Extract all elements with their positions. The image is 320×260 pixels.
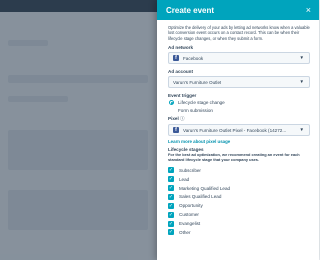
chevron-down-icon: ▼ bbox=[299, 79, 304, 85]
ad-network-select[interactable]: f Facebook ▼ bbox=[168, 52, 310, 65]
facebook-icon: f bbox=[173, 55, 179, 62]
panel-header: Create event × bbox=[157, 0, 319, 20]
checkbox-label: Sales Qualified Lead bbox=[179, 194, 222, 200]
checkbox-sales-qualified-lead[interactable]: ✓ Sales Qualified Lead bbox=[168, 192, 310, 201]
checkbox-checked-icon: ✓ bbox=[168, 193, 174, 200]
checkbox-opportunity[interactable]: ✓ Opportunity bbox=[168, 201, 310, 210]
checkbox-customer[interactable]: ✓ Customer bbox=[168, 210, 310, 219]
checkbox-lead[interactable]: ✓ Lead bbox=[168, 175, 310, 184]
checkbox-checked-icon: ✓ bbox=[168, 185, 174, 192]
ad-network-label: Ad network bbox=[168, 45, 194, 51]
checkbox-label: Customer bbox=[179, 212, 199, 218]
learn-more-link[interactable]: Learn more about pixel usage bbox=[168, 139, 310, 144]
checkbox-label: Subscriber bbox=[179, 167, 201, 173]
radio-selected-icon bbox=[169, 100, 174, 106]
panel-title: Create event bbox=[166, 5, 215, 15]
radio-unselected-icon bbox=[169, 108, 174, 113]
chevron-down-icon: ▼ bbox=[299, 55, 304, 61]
info-icon: ⓘ bbox=[180, 116, 185, 122]
chevron-down-icon: ▼ bbox=[299, 127, 304, 133]
checkbox-checked-icon: ✓ bbox=[168, 220, 174, 227]
ad-network-value: Facebook bbox=[183, 55, 204, 61]
checkbox-label: Opportunity bbox=[179, 203, 203, 209]
checkbox-evangelist[interactable]: ✓ Evangelist bbox=[168, 219, 310, 228]
ad-account-value: Varun's Furniture Outlet bbox=[173, 79, 222, 85]
ad-account-label: Ad account bbox=[168, 69, 194, 75]
radio-label: Form submission bbox=[178, 108, 213, 114]
checkbox-label: Evangelist bbox=[179, 221, 201, 227]
checkbox-marketing-qualified-lead[interactable]: ✓ Marketing Qualified Lead bbox=[168, 184, 310, 193]
create-event-panel: Create event × Optimize the delivery of … bbox=[157, 0, 319, 260]
checkbox-checked-icon: ✓ bbox=[168, 176, 174, 183]
lifecycle-stages-subtext: For the best ad optimization, we recomme… bbox=[168, 152, 300, 163]
radio-lifecycle-stage-change[interactable]: Lifecycle stage change bbox=[169, 100, 310, 106]
checkbox-checked-icon: ✓ bbox=[168, 202, 174, 209]
close-icon[interactable]: × bbox=[306, 5, 311, 15]
checkbox-label: Marketing Qualified Lead bbox=[179, 185, 231, 191]
ad-account-select[interactable]: Varun's Furniture Outlet ▼ bbox=[168, 76, 310, 89]
checkbox-label: Other bbox=[179, 229, 191, 235]
panel-body: Optimize the delivery of your ads by let… bbox=[157, 20, 319, 237]
panel-description: Optimize the delivery of your ads by let… bbox=[168, 25, 310, 41]
pixel-label: Pixel ⓘ bbox=[168, 116, 185, 122]
radio-form-submission[interactable]: Form submission bbox=[169, 108, 310, 113]
facebook-icon: f bbox=[173, 127, 179, 134]
pixel-value: Varun's Furniture Outlet Pixel - Faceboo… bbox=[183, 127, 287, 133]
checkbox-checked-icon: ✓ bbox=[168, 229, 174, 236]
checkbox-other[interactable]: ✓ Other bbox=[168, 228, 310, 237]
checkbox-label: Lead bbox=[179, 176, 190, 182]
radio-label: Lifecycle stage change bbox=[178, 100, 225, 106]
checkbox-checked-icon: ✓ bbox=[168, 167, 174, 174]
event-trigger-label: Event trigger bbox=[168, 93, 197, 99]
pixel-select[interactable]: f Varun's Furniture Outlet Pixel - Faceb… bbox=[168, 124, 310, 137]
checkbox-subscriber[interactable]: ✓ Subscriber bbox=[168, 166, 310, 175]
checkbox-checked-icon: ✓ bbox=[168, 211, 174, 218]
